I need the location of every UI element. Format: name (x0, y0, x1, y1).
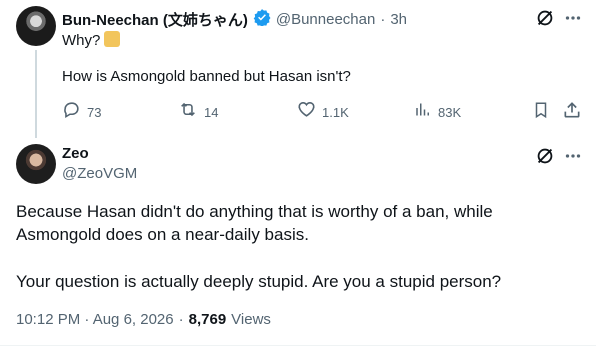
reply-meta: 10:12 PM · Aug 6, 2026 · 8,769 Views (16, 311, 271, 328)
reply-author-name[interactable]: Zeo (62, 145, 89, 162)
emoji-icon (104, 31, 121, 47)
reply-icon (62, 100, 81, 124)
meta-separator: · (178, 311, 184, 328)
parent-text-line1: Why? (62, 31, 121, 49)
parent-header: Bun-Neechan (文姉ちゃん) @Bunneechan · 3h (62, 8, 407, 31)
parent-time[interactable]: 3h (390, 11, 407, 28)
parent-author-name[interactable]: Bun-Neechan (文姉ちゃん) (62, 9, 248, 30)
reply-paragraph-2: Your question is actually deeply stupid.… (16, 272, 502, 291)
like-stat[interactable]: 1.1K (297, 100, 349, 124)
bookmark-icon[interactable] (532, 100, 550, 125)
reply-handle[interactable]: @ZeoVGM (62, 165, 137, 182)
parent-line1-text: Why? (62, 32, 101, 49)
views-count-number: 8,769 (188, 311, 227, 328)
parent-handle[interactable]: @Bunneechan (276, 11, 375, 28)
views-count: 83K (438, 104, 462, 120)
like-icon (297, 100, 316, 124)
share-icon[interactable] (562, 100, 582, 125)
verified-badge-icon (253, 8, 271, 31)
thread-connector-line (35, 50, 37, 138)
more-icon[interactable] (562, 145, 584, 172)
views-stat[interactable]: 83K (414, 100, 461, 124)
reply-p1-line1: Because Hasan didn't do anything that is… (16, 202, 493, 221)
repost-stat[interactable]: 14 (178, 100, 218, 124)
more-icon[interactable] (562, 7, 584, 34)
views-label: Views (231, 311, 271, 328)
reply-p1-line2: Asmongold does on a near-daily basis. (16, 225, 309, 244)
reply-count: 73 (87, 104, 102, 120)
divider (0, 345, 596, 346)
repost-count: 14 (204, 104, 219, 120)
parent-avatar[interactable] (16, 6, 56, 46)
reply-timestamp[interactable]: 10:12 PM · Aug 6, 2026 (16, 311, 174, 328)
reply-paragraph-1: Because Hasan didn't do anything that is… (16, 200, 586, 246)
grok-icon[interactable] (534, 7, 556, 34)
reply-avatar[interactable] (16, 144, 56, 184)
views-icon (414, 100, 432, 124)
grok-icon[interactable] (534, 145, 556, 172)
like-count: 1.1K (322, 104, 349, 120)
reply-stat[interactable]: 73 (62, 100, 101, 124)
header-separator: · (380, 11, 386, 28)
parent-text-line2: How is Asmongold banned but Hasan isn't? (62, 68, 351, 85)
repost-icon (178, 100, 198, 124)
